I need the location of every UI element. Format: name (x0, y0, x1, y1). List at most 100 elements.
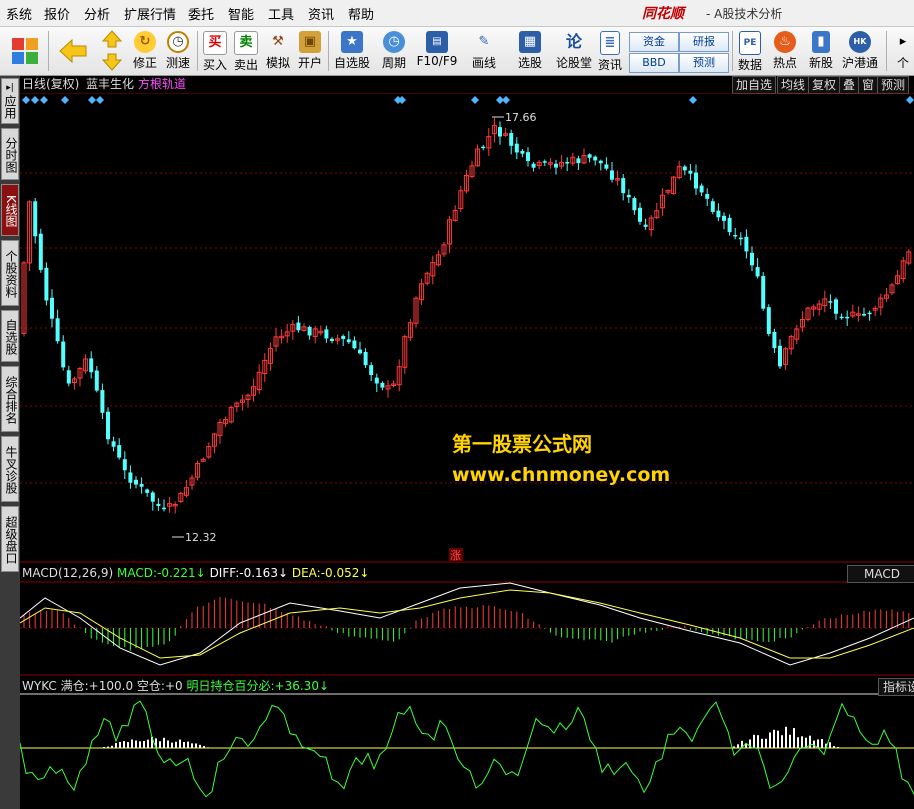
research-report-button[interactable]: 研报 (679, 32, 729, 52)
candle-body-down (509, 133, 514, 146)
bbd-button[interactable]: BBD (629, 53, 679, 73)
side-tab-super-board[interactable]: 超级盘口 (1, 506, 19, 572)
candle-body-down (498, 127, 502, 137)
new-stock-button[interactable]: ▮ 新股 (806, 29, 836, 73)
side-tab-watchlist[interactable]: 自选股 (1, 310, 19, 362)
side-tab-intraday[interactable]: 分时图 (1, 128, 19, 180)
back-button[interactable] (56, 29, 90, 73)
candle-body-down (604, 164, 609, 169)
simulate-button[interactable]: ⚒ 模拟 (263, 29, 293, 73)
candle-body-down (576, 158, 581, 164)
side-tab-ranking[interactable]: 综合排名 (1, 366, 19, 432)
pct-value: +36.30 (274, 679, 319, 693)
side-tab-apps-label: 应用 (3, 95, 17, 119)
menu-item-system[interactable]: 系统 (6, 4, 32, 23)
f10-label: F10/F9 (416, 54, 458, 68)
signal-diamond (61, 96, 69, 104)
buy-button[interactable]: 买 买入 (201, 29, 229, 73)
sell-button[interactable]: 卖 卖出 (232, 29, 260, 73)
more-icon: ▸ (899, 34, 907, 49)
menu-item-news[interactable]: 资讯 (308, 4, 334, 23)
watermark-url[interactable]: www.chnmoney.com (452, 464, 670, 486)
menu-item-extended[interactable]: 扩展行情 (124, 4, 176, 23)
candle-body-down (710, 201, 715, 212)
candle-body-down (761, 276, 766, 309)
menu-item-help[interactable]: 帮助 (348, 4, 374, 23)
draw-line-button[interactable]: ✎ 画线 (464, 29, 504, 73)
back-arrow-icon (59, 38, 87, 64)
candle-body-down (296, 322, 301, 331)
data-button[interactable]: PE 数据 (736, 29, 764, 73)
revise-button[interactable]: ↻ 修正 (130, 29, 160, 73)
candle-body-down (593, 156, 598, 161)
predict-button[interactable]: 预测 (877, 76, 910, 94)
candle-body-down (839, 316, 844, 319)
candle-body-down (341, 335, 346, 340)
macd-value: -0.221 (156, 566, 196, 580)
candle-body-down (134, 479, 138, 485)
f10-button[interactable]: ▤ F10/F9 (416, 29, 458, 73)
candle-body-down (705, 193, 710, 199)
ma-button[interactable]: 均线 (777, 76, 810, 94)
macd-tab[interactable]: MACD (847, 565, 914, 583)
diff-label: DIFF: (209, 566, 240, 580)
indicator-settings-tab[interactable]: 指标设 (878, 678, 914, 696)
forecast-button[interactable]: 预测 (679, 53, 729, 73)
shhk-connect-button[interactable]: HK 沪港通 (840, 29, 880, 73)
candle-body-down (55, 318, 60, 342)
forum-button[interactable]: 论 论股堂 (554, 29, 594, 73)
limit-up-marker: 涨 (450, 549, 461, 562)
speedtest-button[interactable]: ◷ 测速 (163, 29, 193, 73)
watchlist-button[interactable]: ★ 自选股 (332, 29, 372, 73)
menu-item-trade[interactable]: 委托 (188, 4, 214, 23)
watchlist-label: 自选股 (333, 56, 370, 70)
signal-diamond (471, 96, 479, 104)
signal-diamond (96, 96, 104, 104)
candle-body-down (554, 163, 558, 168)
star-icon: ★ (341, 31, 363, 53)
grid-view-button[interactable] (6, 29, 44, 73)
candle-body-down (374, 377, 379, 384)
candle-body-down (352, 340, 357, 349)
page-up-button[interactable] (100, 29, 124, 73)
menu-item-quote[interactable]: 报价 (44, 4, 70, 23)
period-button[interactable]: ◷ 周期 (376, 29, 412, 73)
news-button[interactable]: ≣ 资讯 (596, 29, 624, 73)
adjust-button[interactable]: 复权 (808, 76, 841, 94)
side-tab-diagnosis[interactable]: 牛叉诊股 (1, 436, 19, 502)
period-clock-icon: ◷ (383, 31, 405, 53)
hotspot-label: 热点 (772, 56, 797, 70)
wykc-line (20, 700, 914, 798)
candle-body-down (694, 172, 698, 189)
side-tab-kline[interactable]: K线图 (1, 184, 19, 236)
lun-icon: 论 (565, 32, 582, 51)
more-button[interactable]: ▸ 个 (892, 29, 914, 73)
stock-screen-button[interactable]: ▦ 选股 (510, 29, 550, 73)
shhk-connect-label: 沪港通 (841, 56, 878, 70)
buy-icon: 买 (203, 31, 227, 55)
candle-body-down (867, 312, 872, 315)
hotspot-button[interactable]: ♨ 热点 (770, 29, 800, 73)
overlay-button[interactable]: 叠 (839, 76, 860, 94)
menu-item-analysis[interactable]: 分析 (84, 4, 110, 23)
candle-body-down (682, 166, 687, 171)
side-tab-stock-info[interactable]: 个股资料 (1, 240, 19, 306)
add-watchlist-button[interactable]: 加自选 (732, 76, 777, 94)
candle-body-down (150, 492, 155, 502)
screen-icon: ▦ (519, 31, 541, 53)
candle-body-down (139, 483, 144, 487)
menu-item-smart[interactable]: 智能 (228, 4, 254, 23)
fund-button[interactable]: 资金 (629, 32, 679, 52)
window-button[interactable]: 窗 (858, 76, 879, 94)
candle-body-down (481, 146, 486, 149)
indicator-name[interactable]: 方根轨道 (138, 77, 186, 91)
open-account-button[interactable]: ▣ 开户 (295, 29, 325, 73)
new-stock-icon: ▮ (812, 31, 830, 53)
candle-body-down (307, 326, 312, 336)
app-title: - A股技术分析 (706, 7, 783, 21)
candle-body-down (688, 170, 693, 174)
signal-diamond (22, 96, 30, 104)
menu-item-tools[interactable]: 工具 (268, 4, 294, 23)
macd-name: MACD(12,26,9) (22, 566, 114, 580)
side-tab-apps[interactable]: ▸| 应用 (1, 78, 19, 124)
